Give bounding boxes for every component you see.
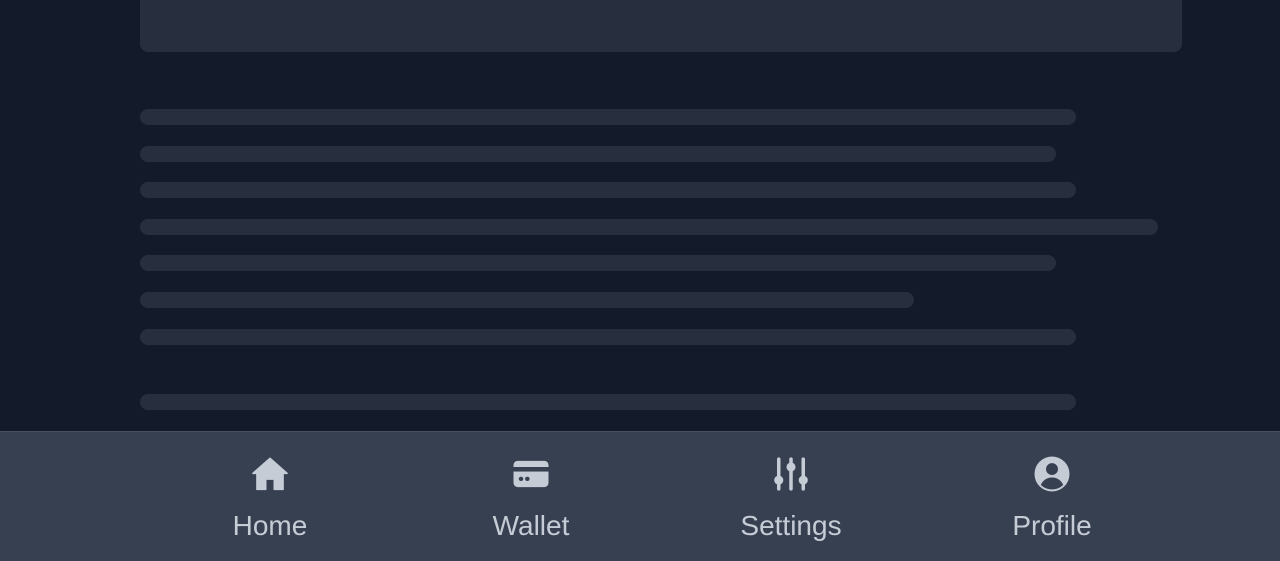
- app-screen: Home Wallet Settings Profile: [0, 0, 1280, 561]
- nav-item-label: Profile: [1012, 510, 1092, 541]
- sliders-icon: [769, 452, 813, 496]
- content-area-loading: [0, 0, 1280, 431]
- user-circle-icon: [1030, 452, 1074, 496]
- bottom-navigation-bar: Home Wallet Settings Profile: [0, 431, 1280, 561]
- nav-item-label: Settings: [740, 510, 842, 541]
- skeleton-line: [140, 182, 1076, 198]
- nav-item-wallet[interactable]: Wallet: [441, 432, 621, 561]
- nav-item-profile[interactable]: Profile: [962, 432, 1142, 561]
- skeleton-card-placeholder: [140, 0, 1182, 52]
- skeleton-line: [140, 109, 1076, 125]
- skeleton-line: [140, 329, 1076, 345]
- nav-item-label: Home: [232, 510, 308, 541]
- wallet-icon: [509, 452, 553, 496]
- skeleton-line: [140, 394, 1076, 410]
- skeleton-line: [140, 146, 1056, 162]
- nav-item-label: Wallet: [492, 510, 570, 541]
- skeleton-line: [140, 292, 914, 308]
- nav-item-settings[interactable]: Settings: [701, 432, 881, 561]
- skeleton-line: [140, 219, 1158, 235]
- skeleton-line: [140, 255, 1056, 271]
- nav-item-home[interactable]: Home: [180, 432, 360, 561]
- home-icon: [248, 452, 292, 496]
